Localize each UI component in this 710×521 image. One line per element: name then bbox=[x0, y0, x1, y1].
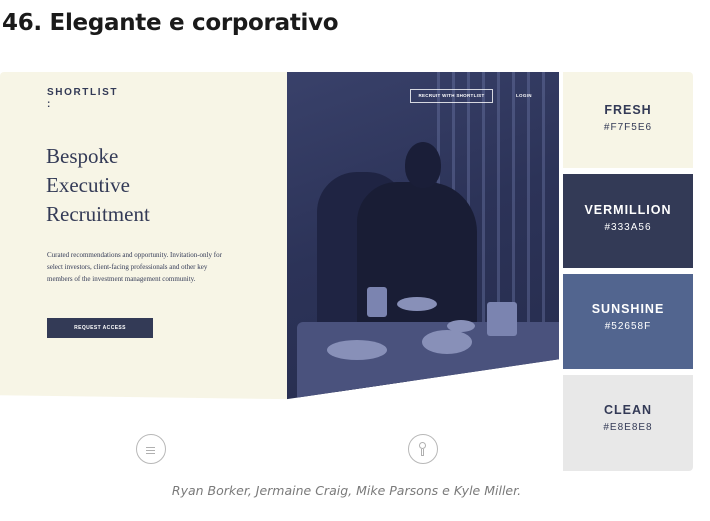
keyhole-stem bbox=[421, 449, 424, 456]
hero-photo bbox=[287, 72, 559, 400]
swatch-name: VERMILLION bbox=[584, 203, 672, 217]
hero-description: Curated recommendations and opportunity.… bbox=[47, 251, 222, 283]
person-head-shape bbox=[405, 142, 441, 188]
curtain-stripe bbox=[542, 72, 545, 342]
shortlist-logo[interactable]: SHORTLIST : bbox=[47, 87, 118, 111]
saucer-shape bbox=[447, 320, 475, 332]
login-link[interactable]: LOGIN bbox=[516, 89, 532, 103]
hero-title-line: Bespoke bbox=[46, 144, 119, 168]
mockup-left-panel: SHORTLIST : Bespoke Executive Recruitmen… bbox=[0, 72, 287, 471]
swatch-hex: #52658F bbox=[604, 321, 652, 332]
hero-title: Bespoke Executive Recruitment bbox=[46, 142, 266, 229]
teapot-shape bbox=[367, 287, 387, 317]
plate-shape bbox=[327, 340, 387, 360]
glass-bowl-shape bbox=[422, 330, 472, 354]
hero-title-line: Executive bbox=[46, 173, 130, 197]
swatch-fresh: FRESH #F7F5E6 bbox=[563, 72, 693, 168]
pitcher-shape bbox=[487, 302, 517, 336]
keyhole-ring bbox=[419, 442, 426, 449]
swatch-hex: #333A56 bbox=[604, 222, 652, 233]
curtain-stripe bbox=[482, 72, 485, 342]
cup-shape bbox=[397, 297, 437, 311]
request-access-button[interactable]: REQUEST ACCESS bbox=[47, 318, 153, 338]
swatch-name: FRESH bbox=[604, 103, 652, 117]
swatch-name: SUNSHINE bbox=[591, 302, 665, 316]
logo-mark: : bbox=[47, 99, 51, 110]
hero-title-line: Recruitment bbox=[46, 202, 150, 226]
image-caption: Ryan Borker, Jermaine Craig, Mike Parson… bbox=[171, 483, 522, 498]
swatch-hex: #E8E8E8 bbox=[603, 422, 653, 433]
swatch-clean: CLEAN #E8E8E8 bbox=[563, 375, 693, 471]
logo-text: SHORTLIST bbox=[47, 87, 119, 98]
design-showcase: SHORTLIST : Bespoke Executive Recruitmen… bbox=[0, 72, 693, 471]
menu-icon[interactable] bbox=[136, 434, 166, 464]
keyhole-icon[interactable] bbox=[408, 434, 438, 464]
swatch-sunshine: SUNSHINE #52658F bbox=[563, 274, 693, 369]
recruit-with-shortlist-button[interactable]: RECRUIT WITH SHORTLIST bbox=[410, 89, 493, 103]
mockup-photo-panel: RECRUIT WITH SHORTLIST LOGIN bbox=[287, 72, 559, 471]
swatch-hex: #F7F5E6 bbox=[603, 122, 653, 133]
swatch-vermillion: VERMILLION #333A56 bbox=[563, 174, 693, 268]
swatch-name: CLEAN bbox=[603, 403, 653, 417]
page-title: 46. Elegante e corporativo bbox=[2, 10, 339, 36]
curtain-stripe bbox=[527, 72, 530, 342]
